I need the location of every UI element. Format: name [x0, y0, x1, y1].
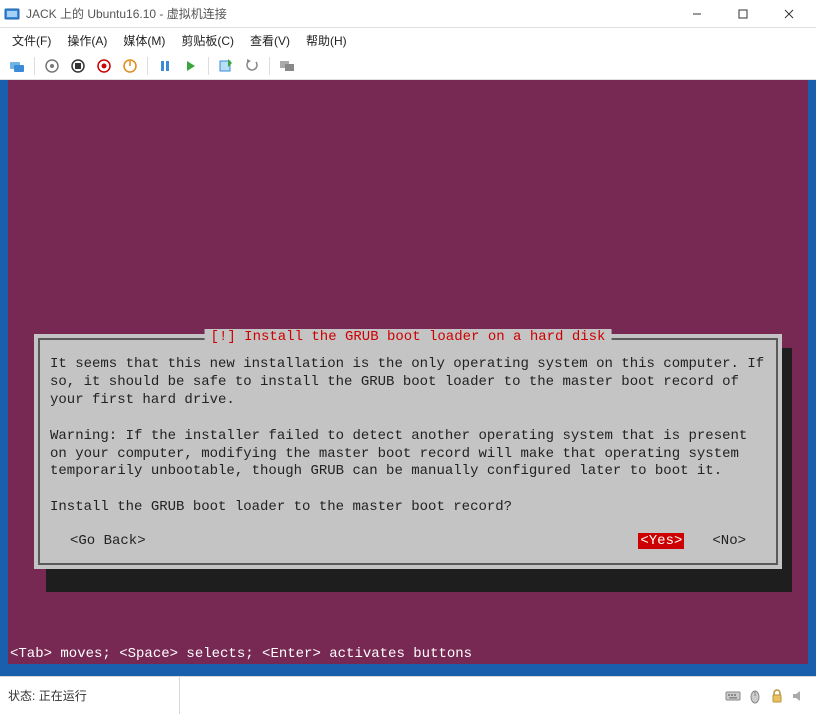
minimize-button[interactable]	[674, 0, 720, 28]
dialog-title: [!] Install the GRUB boot loader on a ha…	[205, 329, 612, 345]
reset-icon[interactable]	[180, 55, 202, 77]
help-bar: <Tab> moves; <Space> selects; <Enter> ac…	[8, 646, 472, 662]
menu-action[interactable]: 操作(A)	[63, 30, 111, 51]
status-label: 状态:	[8, 687, 35, 704]
menu-help[interactable]: 帮助(H)	[302, 30, 351, 51]
vm-screen[interactable]: [!] Install the GRUB boot loader on a ha…	[8, 80, 808, 664]
no-button[interactable]: <No>	[712, 533, 746, 549]
shutdown-icon[interactable]	[93, 55, 115, 77]
status-value: 正在运行	[39, 687, 87, 704]
checkpoint-icon[interactable]	[215, 55, 237, 77]
titlebar: JACK 上的 Ubuntu16.10 - 虚拟机连接	[0, 0, 816, 28]
menu-clipboard[interactable]: 剪贴板(C)	[177, 30, 238, 51]
dialog-actions: <Go Back> <Yes> <No>	[50, 533, 766, 549]
separator	[147, 57, 148, 75]
window-controls	[674, 0, 812, 28]
ctrl-alt-del-icon[interactable]	[6, 55, 28, 77]
separator	[34, 57, 35, 75]
statusbar: 状态: 正在运行	[0, 676, 816, 714]
menu-view[interactable]: 查看(V)	[246, 30, 294, 51]
menu-media[interactable]: 媒体(M)	[119, 30, 169, 51]
separator	[269, 57, 270, 75]
app-icon	[4, 6, 20, 22]
separator	[208, 57, 209, 75]
menu-file[interactable]: 文件(F)	[8, 30, 55, 51]
vm-viewport: [!] Install the GRUB boot loader on a ha…	[0, 80, 816, 676]
yes-button[interactable]: <Yes>	[638, 533, 684, 549]
keyboard-icon	[724, 687, 742, 705]
go-back-button[interactable]: <Go Back>	[70, 533, 146, 549]
start-icon[interactable]	[41, 55, 63, 77]
dialog-body: It seems that this new installation is t…	[50, 356, 766, 517]
lock-icon	[768, 687, 786, 705]
toolbar	[0, 52, 816, 80]
dialog-title-bang: [!]	[211, 329, 236, 345]
save-icon[interactable]	[119, 55, 141, 77]
close-button[interactable]	[766, 0, 812, 28]
dialog-border: [!] Install the GRUB boot loader on a ha…	[38, 338, 778, 565]
enhanced-session-icon[interactable]	[276, 55, 298, 77]
status-text: 状态: 正在运行	[0, 677, 180, 714]
pause-icon[interactable]	[154, 55, 176, 77]
installer-dialog: [!] Install the GRUB boot loader on a ha…	[34, 334, 782, 569]
turnoff-icon[interactable]	[67, 55, 89, 77]
status-icons	[724, 687, 816, 705]
window-title: JACK 上的 Ubuntu16.10 - 虚拟机连接	[26, 5, 674, 22]
menubar: 文件(F) 操作(A) 媒体(M) 剪贴板(C) 查看(V) 帮助(H)	[0, 28, 816, 52]
mouse-icon	[746, 687, 764, 705]
dialog-title-text: Install the GRUB boot loader on a hard d…	[236, 329, 606, 345]
maximize-button[interactable]	[720, 0, 766, 28]
revert-icon[interactable]	[241, 55, 263, 77]
speaker-icon	[790, 687, 808, 705]
